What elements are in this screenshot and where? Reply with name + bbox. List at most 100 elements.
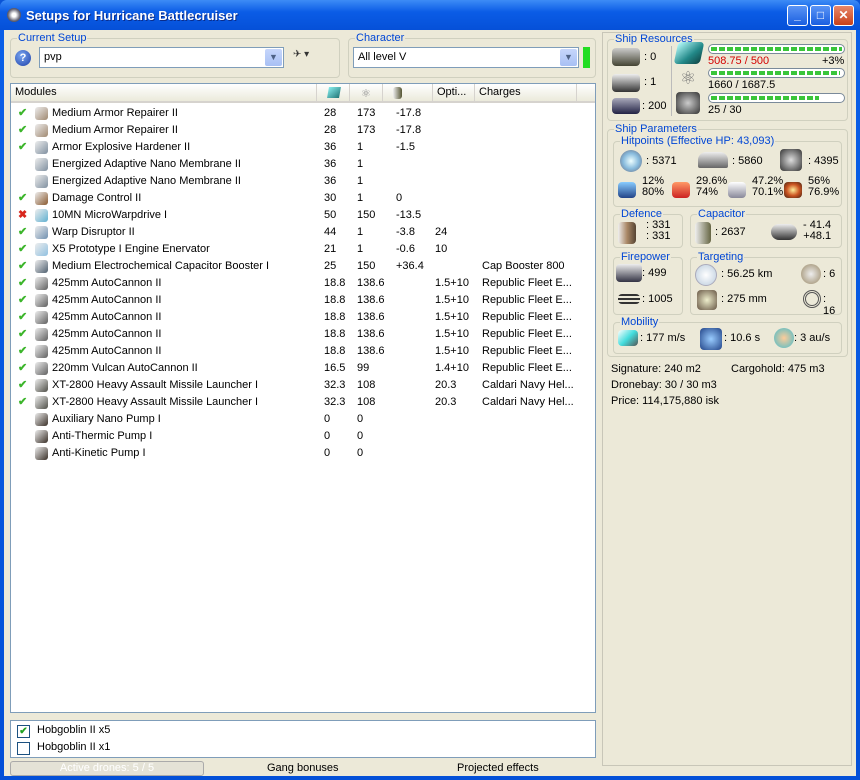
drone-item[interactable]: Hobgoblin II x1: [37, 741, 110, 753]
modules-list[interactable]: Modules ⚛ Opti... Charges ✔ Medium Armor …: [10, 83, 596, 713]
velocity-icon: [618, 330, 638, 346]
module-offline-icon[interactable]: ✖: [18, 207, 27, 224]
cargohold: Cargohold: 475 m3: [731, 363, 825, 375]
targeting-range: : 56.25 km: [721, 268, 773, 280]
module-row[interactable]: ✔ Warp Disruptor II 44 1 -3.8 24: [11, 224, 595, 241]
module-active-icon[interactable]: ✔: [18, 139, 27, 156]
signature-radius: Signature: 240 m2: [611, 363, 701, 375]
projected-effects-tab[interactable]: Projected effects: [457, 762, 539, 774]
character-status-indicator: [583, 47, 590, 68]
module-row[interactable]: Auxiliary Nano Pump I 0 0: [11, 411, 595, 428]
module-active-icon[interactable]: ✔: [18, 258, 27, 275]
module-row[interactable]: ✔ 425mm AutoCannon II 18.8 138.6 1.5+10 Repub…: [11, 275, 595, 292]
module-active-icon[interactable]: ✔: [18, 309, 27, 326]
module-row[interactable]: Anti-Thermic Pump I 0 0: [11, 428, 595, 445]
drone-checkbox[interactable]: ✔: [17, 725, 30, 738]
module-row[interactable]: ✔ XT-2800 Heavy Assault Missile Launcher …: [11, 394, 595, 411]
module-row[interactable]: ✔ Damage Control II 30 1 0: [11, 190, 595, 207]
module-active-icon[interactable]: ✔: [18, 360, 27, 377]
capacitor-group: Capacitor : 2637 - 41.4 +48.1: [690, 208, 842, 248]
module-active-icon[interactable]: ✔: [18, 224, 27, 241]
mobility-group: Mobility : 177 m/s : 10.6 s : 3 au/s: [613, 316, 842, 354]
capacitor-capacity: : 2637: [715, 226, 746, 238]
column-optimal[interactable]: Opti...: [433, 84, 475, 101]
window: Setups for Hurricane Battlecruiser _ □ ✕…: [0, 0, 860, 780]
character-group: Character All level V ▼: [348, 32, 596, 78]
module-capacitor: +36.4: [396, 260, 424, 272]
drone-item[interactable]: Hobgoblin II x5: [37, 724, 110, 736]
module-icon: [35, 226, 48, 239]
module-active-icon[interactable]: ✔: [18, 343, 27, 360]
title-bar[interactable]: Setups for Hurricane Battlecruiser _ □ ✕: [0, 0, 860, 30]
gang-bonuses-tab[interactable]: Gang bonuses: [267, 762, 339, 774]
module-charge: Republic Fleet E...: [482, 277, 572, 289]
module-powergrid: 36: [324, 158, 337, 170]
module-row[interactable]: ✔ Medium Electrochemical Capacitor Booste…: [11, 258, 595, 275]
module-row[interactable]: ✔ Medium Armor Repairer II 28 173 -17.8: [11, 105, 595, 122]
em-resist-icon: [618, 182, 636, 198]
column-powergrid[interactable]: [317, 84, 350, 101]
module-powergrid: 18.8: [324, 328, 346, 340]
module-optimal: 1.5+10: [435, 277, 469, 289]
module-name: Anti-Kinetic Pump I: [52, 447, 146, 459]
ship-options-button[interactable]: ✈ ▾: [293, 49, 323, 65]
module-row[interactable]: ✔ Armor Explosive Hardener II 36 1 -1.5: [11, 139, 595, 156]
column-charges[interactable]: Charges: [475, 84, 577, 101]
module-active-icon[interactable]: ✔: [18, 122, 27, 139]
module-row[interactable]: ✔ Medium Armor Repairer II 28 173 -17.8: [11, 122, 595, 139]
module-active-icon[interactable]: ✔: [18, 105, 27, 122]
column-capacitor[interactable]: [383, 84, 433, 101]
chevron-down-icon[interactable]: ▼: [560, 49, 577, 66]
module-active-icon[interactable]: ✔: [18, 326, 27, 343]
column-cpu[interactable]: ⚛: [350, 84, 383, 101]
setup-select[interactable]: pvp ▼: [39, 47, 284, 68]
app-icon: [7, 8, 21, 22]
module-row[interactable]: ✔ 425mm AutoCannon II 18.8 138.6 1.5+10 Repub…: [11, 309, 595, 326]
drones-list[interactable]: ✔ Hobgoblin II x5 Hobgoblin II x1: [10, 720, 596, 758]
module-row[interactable]: ✔ X5 Prototype I Engine Enervator 21 1 -0.6 1…: [11, 241, 595, 258]
module-charge: Republic Fleet E...: [482, 362, 572, 374]
module-row[interactable]: ✖ 10MN MicroWarpdrive I 50 150 -13.5: [11, 207, 595, 224]
maximize-button[interactable]: □: [810, 5, 831, 26]
module-cpu: 138.6: [357, 328, 385, 340]
module-cpu: 173: [357, 124, 376, 136]
module-powergrid: 16.5: [324, 362, 346, 374]
active-drones-button[interactable]: Active drones: 5 / 5: [10, 761, 204, 776]
turret-dps: : 499: [642, 267, 667, 279]
module-row[interactable]: ✔ XT-2800 Heavy Assault Missile Launcher …: [11, 377, 595, 394]
module-cpu: 0: [357, 430, 364, 442]
module-row[interactable]: Anti-Kinetic Pump I 0 0: [11, 445, 595, 462]
module-cpu: 1: [357, 175, 364, 187]
minimize-button[interactable]: _: [787, 5, 808, 26]
module-powergrid: 36: [324, 175, 337, 187]
calibration-value: 25 / 30: [708, 104, 742, 116]
help-icon[interactable]: ?: [15, 50, 31, 66]
module-row[interactable]: ✔ 425mm AutoCannon II 18.8 138.6 1.5+10 Repub…: [11, 326, 595, 343]
chevron-down-icon[interactable]: ▼: [265, 49, 282, 66]
module-charge: Caldari Navy Hel...: [482, 396, 574, 408]
module-active-icon[interactable]: ✔: [18, 377, 27, 394]
column-modules[interactable]: Modules: [11, 84, 317, 101]
mobility-label: Mobility: [620, 316, 660, 328]
module-row[interactable]: ✔ 220mm Vulcan AutoCannon II 16.5 99 1.4+10 R…: [11, 360, 595, 377]
module-name: Energized Adaptive Nano Membrane II: [52, 175, 241, 187]
module-row[interactable]: Energized Adaptive Nano Membrane II 36 1: [11, 156, 595, 173]
module-optimal: 20.3: [435, 379, 457, 391]
module-active-icon[interactable]: ✔: [18, 190, 27, 207]
close-button[interactable]: ✕: [833, 5, 854, 26]
module-row[interactable]: Energized Adaptive Nano Membrane II 36 1: [11, 173, 595, 190]
module-optimal: 1.5+10: [435, 311, 469, 323]
max-velocity: : 177 m/s: [640, 332, 686, 344]
module-row[interactable]: ✔ 425mm AutoCannon II 18.8 138.6 1.5+10 Repub…: [11, 292, 595, 309]
drone-checkbox[interactable]: [17, 742, 30, 755]
character-select[interactable]: All level V ▼: [353, 47, 579, 68]
module-active-icon[interactable]: ✔: [18, 241, 27, 258]
module-active-icon[interactable]: ✔: [18, 394, 27, 411]
structure-hp: : 4395: [808, 155, 839, 167]
module-name: Energized Adaptive Nano Membrane II: [52, 158, 241, 170]
powergrid-value: 1660 / 1687.5: [708, 79, 776, 91]
module-active-icon[interactable]: ✔: [18, 292, 27, 309]
module-icon: [35, 362, 48, 375]
module-row[interactable]: ✔ 425mm AutoCannon II 18.8 138.6 1.5+10 Repub…: [11, 343, 595, 360]
module-active-icon[interactable]: ✔: [18, 275, 27, 292]
